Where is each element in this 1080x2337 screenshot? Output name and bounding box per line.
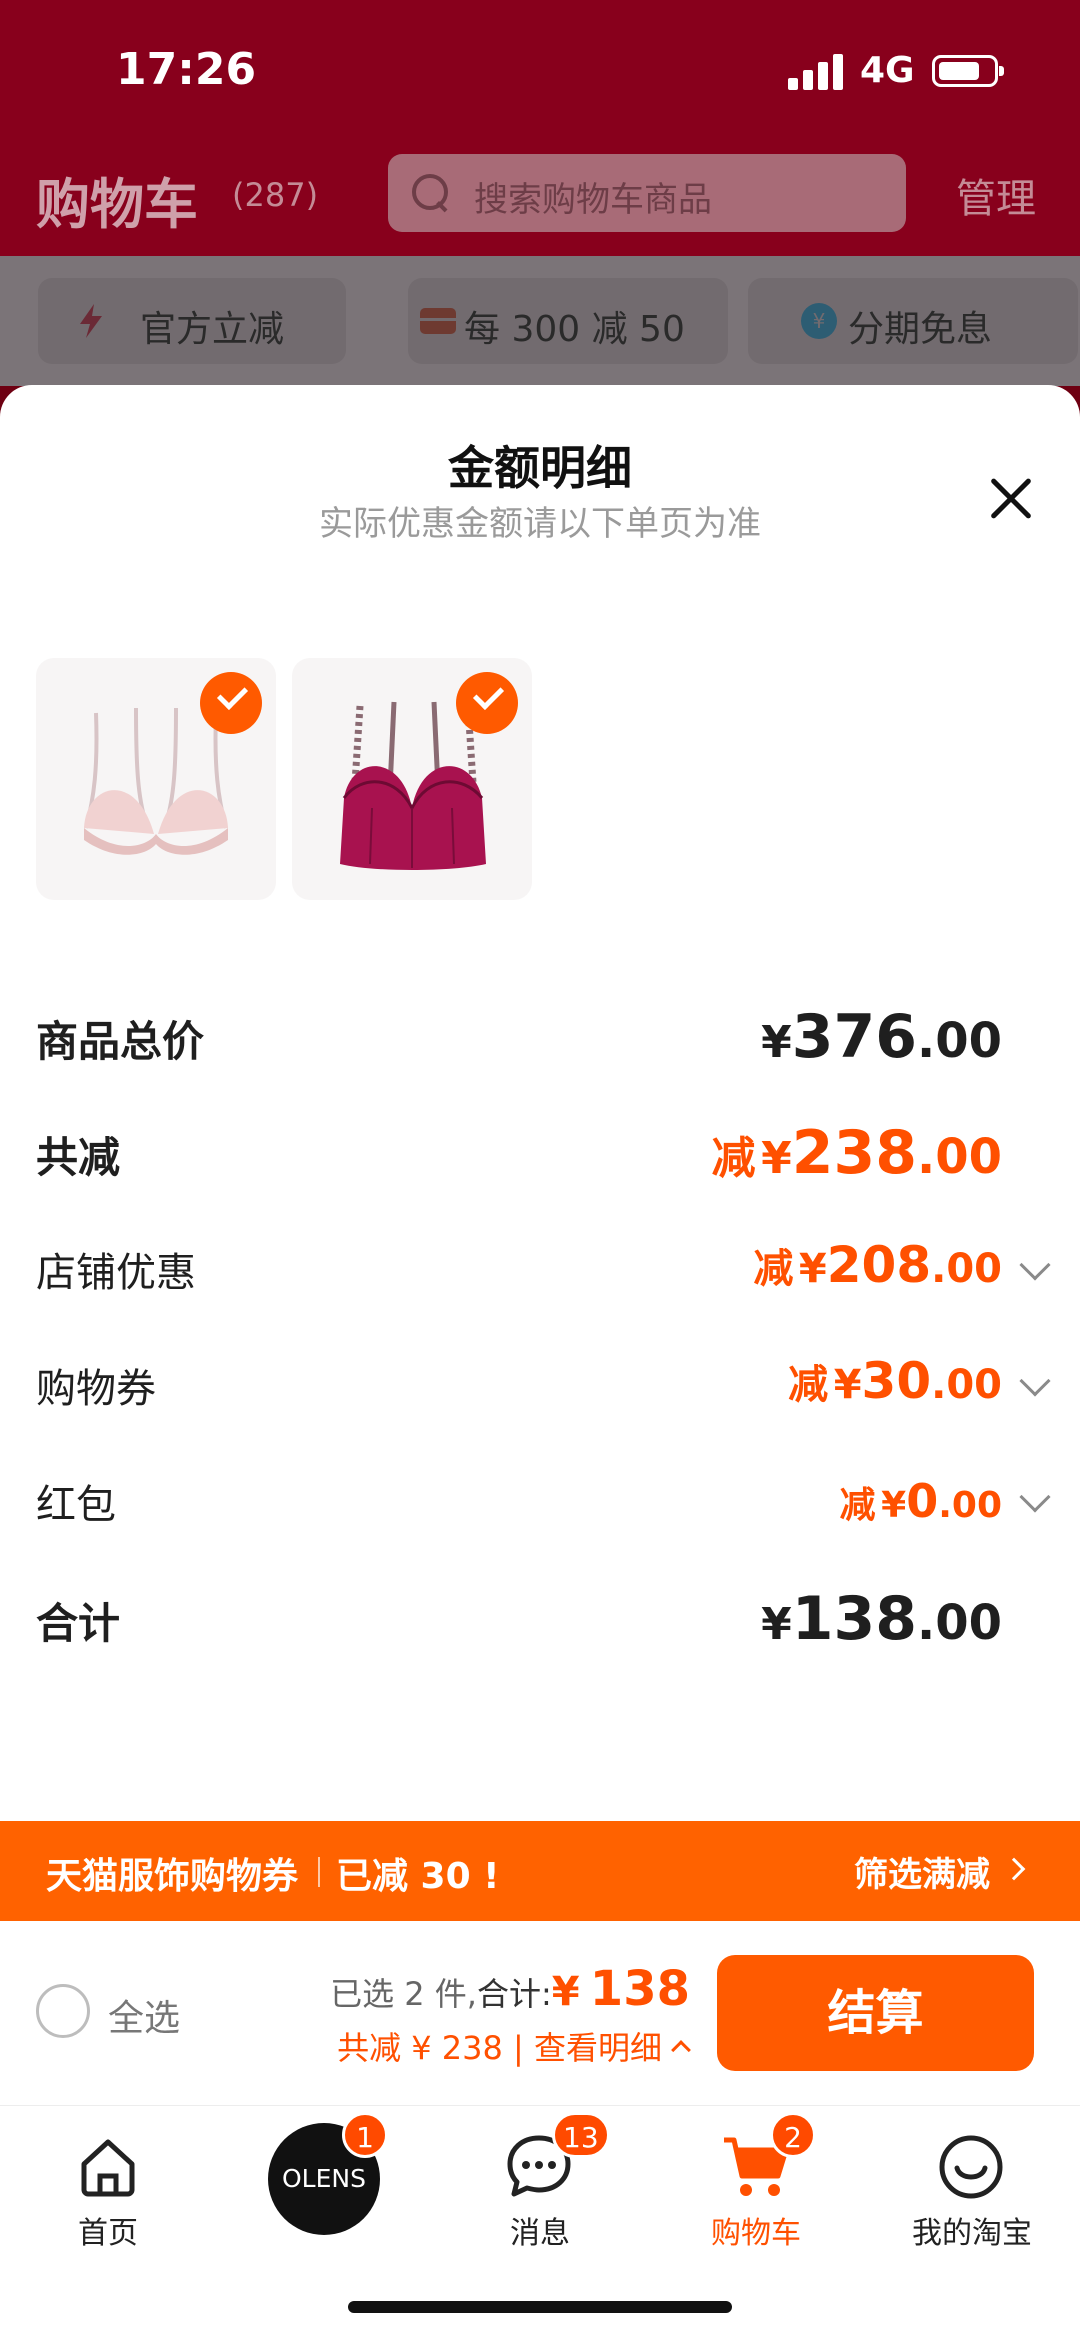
- notification-badge: 1: [342, 2112, 388, 2158]
- chevron-up-icon: [671, 2040, 691, 2060]
- final-total-value: ¥138.00: [761, 1584, 1002, 1654]
- lightning-icon: [80, 304, 102, 338]
- select-all-label[interactable]: 全选: [108, 1989, 180, 2041]
- filter-installment[interactable]: ¥ 分期免息: [748, 278, 1078, 364]
- product-thumbnail-pink-bra[interactable]: [36, 658, 276, 900]
- battery-icon: [932, 55, 1004, 87]
- tab-my-taobao[interactable]: 我的淘宝: [882, 2124, 1062, 2254]
- tab-cart[interactable]: 购物车 2: [666, 2112, 846, 2254]
- checkout-button[interactable]: 结算: [717, 1955, 1034, 2071]
- tab-label: 首页: [78, 2216, 138, 2251]
- sheet-title: 金额明细: [448, 441, 632, 495]
- notification-badge: 2: [770, 2112, 816, 2158]
- manage-button[interactable]: 管理: [956, 166, 1036, 224]
- signal-icon: [788, 54, 844, 90]
- home-icon: [81, 2139, 135, 2197]
- home-indicator[interactable]: [348, 2301, 732, 2313]
- total-price-label: 商品总价: [36, 1017, 205, 1066]
- coupon-label: 购物券: [36, 1366, 156, 1412]
- chevron-down-icon[interactable]: [1019, 1249, 1051, 1281]
- svg-text:¥: ¥: [813, 309, 826, 333]
- checkout-bar: 全选 已选 2 件,合计:¥ 138 共减 ¥ 238 | 查看明细 结算: [0, 1921, 1080, 2105]
- coupon-row[interactable]: 购物券 减 ¥30.00: [36, 1352, 1051, 1422]
- search-icon: [412, 174, 450, 212]
- promo-divider: [318, 1857, 320, 1887]
- final-total-row: 合计 ¥138.00: [36, 1584, 1046, 1664]
- status-time: 17:26: [116, 44, 257, 95]
- red-packet-label: 红包: [36, 1482, 116, 1528]
- store-discount-value: 减 ¥208.00: [753, 1236, 1002, 1294]
- tab-messages[interactable]: 消息 13: [450, 2112, 630, 2254]
- notification-badge: 13: [552, 2112, 610, 2158]
- filter-label: 每 300 减 50: [464, 309, 685, 350]
- installment-icon: ¥: [801, 303, 837, 339]
- filter-label: 官方立减: [140, 309, 285, 350]
- chevron-right-icon: [1002, 1857, 1026, 1881]
- coupon-value: 减 ¥30.00: [788, 1352, 1002, 1410]
- network-label: 4G: [860, 50, 915, 91]
- promo-bar[interactable]: 天猫服饰购物券 已减 30 ! 筛选满减: [0, 1821, 1080, 1921]
- page-title: 购物车: [36, 173, 198, 236]
- total-price-row: 商品总价 ¥376.00: [36, 1002, 1046, 1082]
- tab-label: 购物车: [711, 2216, 801, 2251]
- selected-summary: 已选 2 件,合计:¥ 138: [330, 1961, 690, 2017]
- view-details-link[interactable]: 共减 ¥ 238 | 查看明细: [337, 2023, 691, 2069]
- search-input[interactable]: 搜索购物车商品: [388, 154, 906, 232]
- filter-label: 分期免息: [848, 309, 993, 350]
- red-packet-row[interactable]: 红包 减 ¥0.00: [36, 1470, 1051, 1540]
- total-discount-label: 共减: [36, 1133, 121, 1182]
- store-discount-row[interactable]: 店铺优惠 减 ¥208.00: [36, 1236, 1051, 1306]
- filter-official-discount[interactable]: 官方立减: [38, 278, 346, 364]
- total-discount-row: 共减 减 ¥238.00: [36, 1118, 1046, 1198]
- status-bar: 17:26 4G: [0, 0, 1080, 140]
- total-price-value: ¥376.00: [761, 1002, 1002, 1072]
- final-total-label: 合计: [36, 1599, 121, 1648]
- product-thumbnail-burgundy-bra[interactable]: [292, 658, 532, 900]
- select-all-radio[interactable]: [36, 1984, 90, 2038]
- selected-check-icon[interactable]: [456, 672, 518, 734]
- tab-label: 消息: [510, 2216, 570, 2251]
- tab-label: 我的淘宝: [912, 2216, 1032, 2251]
- promo-coupon-label: 天猫服饰购物券: [46, 1856, 299, 1897]
- total-discount-value: 减 ¥238.00: [711, 1118, 1002, 1188]
- chevron-down-icon[interactable]: [1019, 1481, 1051, 1513]
- filter-discount-link[interactable]: 筛选满减: [854, 1847, 990, 1896]
- selected-check-icon[interactable]: [200, 672, 262, 734]
- sheet-subtitle: 实际优惠金额请以下单页为准: [319, 504, 761, 544]
- cart-count: (287): [232, 176, 319, 214]
- olens-logo-text: OLENS: [282, 2164, 366, 2193]
- tab-home[interactable]: 首页: [18, 2124, 198, 2254]
- filter-coupon[interactable]: 每 300 减 50: [408, 278, 728, 364]
- search-placeholder: 搜索购物车商品: [474, 180, 712, 220]
- red-packet-value: 减 ¥0.00: [839, 1474, 1002, 1528]
- store-discount-label: 店铺优惠: [36, 1250, 196, 1296]
- promo-discount-label: 已减 30 !: [336, 1856, 500, 1897]
- chevron-down-icon[interactable]: [1019, 1365, 1051, 1397]
- tab-olens[interactable]: OLENS 1: [234, 2112, 414, 2254]
- coupon-icon: [420, 308, 456, 334]
- close-icon[interactable]: [986, 474, 1036, 524]
- profile-icon: [939, 2135, 1003, 2199]
